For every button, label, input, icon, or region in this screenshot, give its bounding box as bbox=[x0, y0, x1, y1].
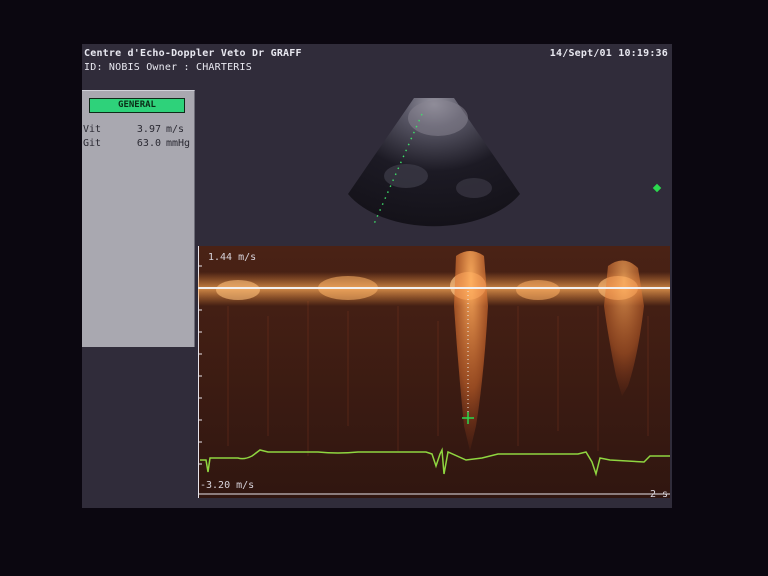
marker-icon[interactable] bbox=[652, 183, 662, 193]
top-velocity-label: 1.44 m/s bbox=[208, 252, 257, 263]
doppler-spectrum-panel: 1.44 m/s -3.20 m/s bbox=[198, 246, 670, 498]
2d-sector-image bbox=[344, 90, 524, 250]
time-scale-label: 2 s bbox=[650, 489, 669, 500]
measurement-row-velocity: Vit 3.97 m/s bbox=[83, 124, 184, 135]
bottom-velocity-label: -3.20 m/s bbox=[200, 480, 255, 491]
measurement-label: Git bbox=[83, 138, 102, 149]
echo-screen: Centre d'Echo-Doppler Veto Dr GRAFF ID: … bbox=[82, 44, 672, 508]
clinic-title: Centre d'Echo-Doppler Veto Dr GRAFF bbox=[84, 48, 302, 59]
measurement-value: 3.97 bbox=[136, 124, 161, 135]
measurement-label: Vit bbox=[83, 124, 102, 135]
patient-info: ID: NOBIS Owner : CHARTERIS bbox=[84, 62, 252, 73]
measurement-unit: m/s bbox=[166, 124, 185, 135]
measurement-panel: GENERAL Vit 3.97 m/s Git 63.0 mmHg bbox=[82, 90, 195, 347]
measurement-value: 63.0 bbox=[136, 138, 161, 149]
measurement-row-gradient: Git 63.0 mmHg bbox=[83, 138, 190, 149]
date-time: 14/Sept/01 10:19:36 bbox=[549, 48, 668, 59]
measurement-unit: mmHg bbox=[166, 138, 191, 149]
mode-tab-general[interactable]: GENERAL bbox=[89, 98, 185, 113]
